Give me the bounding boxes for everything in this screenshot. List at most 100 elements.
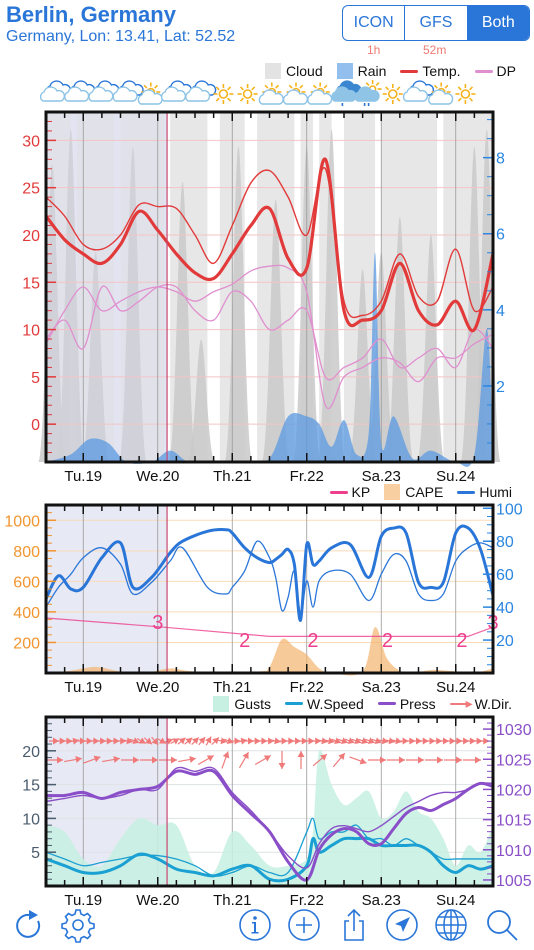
day-label: Fr.22: [290, 679, 324, 696]
right-axis-tick-label: 100: [496, 501, 523, 518]
add-icon[interactable]: [286, 907, 322, 943]
right-axis-tick-label: 1015: [496, 813, 532, 830]
sun-core: [460, 89, 471, 99]
sun-ray: [469, 86, 474, 91]
left-axis-tick-label: 400: [13, 605, 40, 622]
cloud-shape: [160, 86, 187, 102]
location-subtitle: Germany, Lon: 13.41, Lat: 52.52: [6, 28, 236, 45]
sun-cloud-icon: [282, 82, 309, 105]
kp-label: 2: [456, 630, 467, 652]
wind-arrow-head: [278, 763, 286, 769]
left-axis-tick-label: 5: [31, 370, 40, 387]
right-axis-tick-label: 80: [496, 534, 514, 551]
sun-core: [242, 89, 253, 99]
settings-icon[interactable]: [60, 907, 96, 943]
search-icon[interactable]: [484, 907, 520, 943]
sun-ray: [299, 84, 304, 89]
left-axis-tick-label: 1000: [4, 513, 40, 530]
sun-ray: [143, 84, 148, 89]
wind-arrow-head: [418, 756, 424, 764]
sun-core: [218, 89, 229, 99]
left-axis-tick-label: 30: [22, 133, 40, 150]
kp-label: 2: [307, 630, 318, 652]
refresh-icon[interactable]: [12, 907, 48, 943]
sun-ray: [239, 97, 244, 102]
sun-icon: [237, 84, 258, 104]
left-axis-tick-label: 20: [22, 744, 40, 761]
right-axis-tick-label: 6: [496, 227, 505, 244]
sun-ray: [264, 84, 269, 89]
left-axis-tick-label: 5: [31, 845, 40, 862]
left-axis-tick-label: 800: [13, 544, 40, 561]
left-axis-tick-label: 10: [22, 323, 40, 340]
sun-ray: [251, 97, 256, 102]
sun-cloud-icon: [307, 82, 333, 105]
sun-icon: [213, 84, 234, 104]
left-axis-tick-label: 25: [22, 181, 40, 198]
cloud-shape: [39, 86, 66, 102]
left-axis-tick-label: 15: [22, 275, 40, 292]
bottom-toolbar: [0, 903, 534, 950]
cloud-icon: [185, 80, 217, 102]
left-axis-tick-label: 0: [31, 417, 40, 434]
day-label: Sa.23: [362, 679, 401, 696]
sun-ray: [154, 84, 159, 89]
cloud-shape: [88, 86, 114, 102]
wind-arrow-head: [380, 756, 386, 764]
temperature-chart: 0 5 10 15 20 25 30 2 4 6 8 Tu.19 We.20 Th.21 Fr.22 Sa.2…: [22, 110, 505, 485]
gfs-age: 52m: [423, 43, 447, 57]
sun-icon: [455, 84, 476, 104]
sun-ray: [227, 86, 232, 91]
right-axis-tick-label: 40: [496, 600, 514, 617]
left-axis-tick-label: 10: [22, 811, 40, 828]
wind-arrow-head: [171, 756, 177, 764]
legend-dp: DP: [474, 63, 516, 79]
sun-ray: [323, 84, 328, 89]
sun-ray: [457, 86, 462, 91]
day-label: We.20: [136, 468, 179, 485]
sun-cloud-icon: [428, 82, 454, 105]
left-axis-tick-label: 15: [22, 778, 40, 795]
past-shade: [46, 505, 168, 673]
right-axis-tick-label: 20: [496, 633, 514, 650]
day-label: Tu.19: [64, 679, 102, 696]
sun-cloud-icon: [137, 82, 163, 105]
cloud-shape: [112, 86, 138, 102]
kp-label: 3: [152, 612, 163, 634]
icon-age: 1h: [367, 43, 381, 57]
right-axis-tick-label: 1020: [496, 782, 532, 799]
sun-ray: [433, 84, 438, 89]
right-axis-tick-label: 1005: [496, 873, 532, 890]
right-axis-tick-label: 8: [496, 151, 505, 168]
legend-top: Cloud Rain Temp. DP: [251, 63, 516, 79]
sun-ray: [275, 84, 280, 89]
model-selector[interactable]: ICON GFS Both: [342, 5, 530, 41]
sun-ray: [239, 86, 244, 91]
model-both-button[interactable]: Both: [467, 6, 529, 40]
wind-arrow-head: [328, 737, 335, 745]
sun-ray: [444, 84, 449, 89]
sun-ray: [396, 86, 401, 91]
share-icon[interactable]: [336, 907, 372, 943]
cloud-shape: [64, 86, 90, 102]
right-axis-tick-label: 2: [496, 379, 505, 396]
right-axis-tick-label: 1010: [496, 843, 532, 860]
cloud-shape: [185, 86, 211, 102]
location-title: Berlin, Germany: [6, 2, 176, 27]
sun-ray: [396, 97, 401, 102]
globe-icon[interactable]: [433, 907, 469, 943]
info-icon[interactable]: [237, 907, 273, 943]
sun-core: [387, 89, 398, 99]
wind-arrow-head: [456, 756, 462, 764]
right-axis-tick-label: 4: [496, 303, 505, 320]
location-icon[interactable]: [384, 907, 420, 943]
sun-ray: [312, 84, 317, 89]
sun-ray: [457, 97, 462, 102]
model-icon-button[interactable]: ICON: [343, 6, 406, 40]
day-label: Tu.19: [64, 468, 102, 485]
cloud-shape: [402, 86, 429, 102]
wind-arrow-head: [399, 756, 405, 764]
rain-sun-icon: [354, 80, 382, 106]
left-axis-tick-label: 200: [13, 635, 40, 652]
model-gfs-button[interactable]: GFS: [405, 6, 468, 40]
